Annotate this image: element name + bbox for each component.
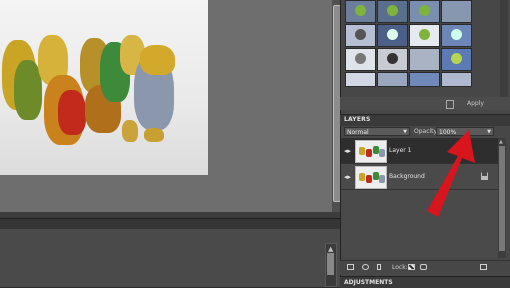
annotation-arrow-icon — [427, 130, 475, 217]
